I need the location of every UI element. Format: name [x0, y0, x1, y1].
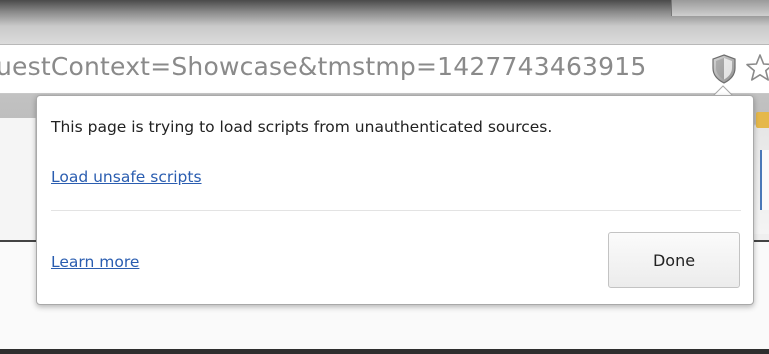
address-bar[interactable]: uestContext=Showcase&tmstmp=142774346391… — [0, 44, 769, 94]
page-bottom-edge — [0, 349, 769, 354]
browser-screen: uestContext=Showcase&tmstmp=142774346391… — [0, 0, 769, 354]
window-tab[interactable] — [671, 0, 769, 16]
bubble-separator — [51, 210, 741, 211]
load-unsafe-scripts-link[interactable]: Load unsafe scripts — [51, 168, 202, 186]
star-icon[interactable] — [745, 52, 769, 84]
insecure-content-bubble: This page is trying to load scripts from… — [36, 95, 754, 305]
learn-more-link[interactable]: Learn more — [51, 253, 139, 271]
done-button[interactable]: Done — [608, 232, 740, 288]
page-edge-element — [760, 150, 769, 210]
bubble-message: This page is trying to load scripts from… — [51, 118, 553, 136]
window-frame — [0, 0, 769, 44]
bookmark-folder-icon[interactable] — [756, 112, 769, 128]
url-text[interactable]: uestContext=Showcase&tmstmp=142774346391… — [0, 52, 702, 81]
shield-icon[interactable] — [711, 54, 737, 84]
